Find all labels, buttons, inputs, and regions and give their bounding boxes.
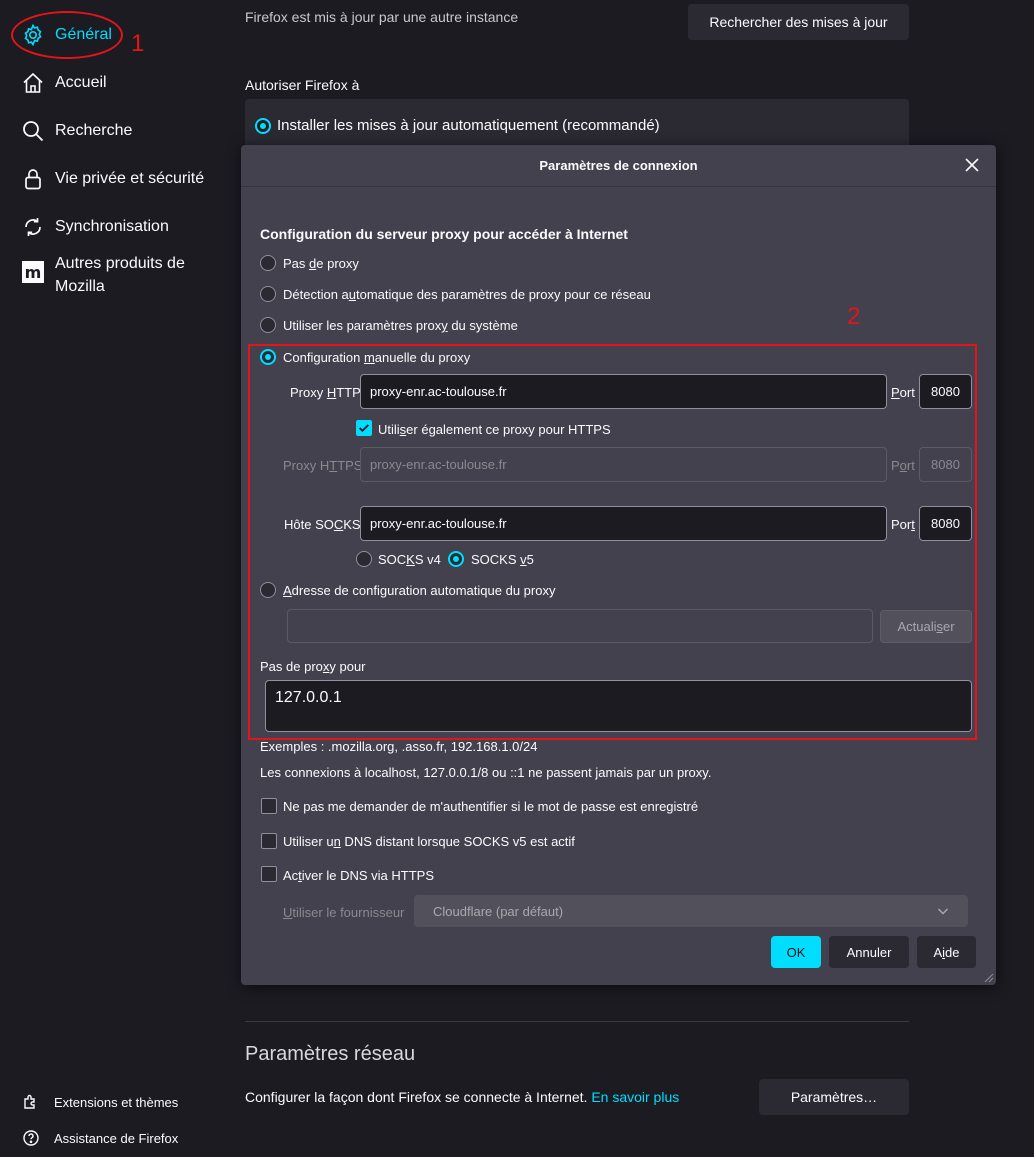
manual-proxy-label: Configuration manuelle du proxy bbox=[283, 350, 471, 365]
connection-settings-dialog: Paramètres de connexion Configuration du… bbox=[241, 145, 996, 985]
home-icon bbox=[20, 70, 46, 96]
dialog-header-divider bbox=[241, 186, 996, 187]
annotation-number-2: 2 bbox=[847, 303, 861, 330]
auto-detect-label: Détection automatique des paramètres de … bbox=[283, 287, 651, 302]
also-https-label: Utiliser également ce proxy pour HTTPS bbox=[378, 422, 611, 437]
annotation-number-1: 1 bbox=[131, 30, 145, 57]
sidebar-item-label: Extensions et thèmes bbox=[54, 1094, 179, 1110]
gear-icon bbox=[20, 22, 46, 48]
sidebar-item-label: Général bbox=[55, 26, 112, 43]
socks-v4-radio[interactable] bbox=[356, 551, 372, 567]
allow-firefox-label: Autoriser Firefox à bbox=[245, 77, 360, 93]
sidebar-firefox-support[interactable]: Assistance de Firefox bbox=[22, 1129, 178, 1147]
svg-text:m: m bbox=[25, 263, 42, 282]
lock-icon bbox=[20, 166, 46, 192]
no-proxy-radio[interactable] bbox=[260, 255, 276, 271]
pac-url-radio[interactable] bbox=[260, 582, 276, 598]
resize-grip-icon[interactable] bbox=[982, 971, 994, 983]
sidebar-item-search[interactable]: Recherche bbox=[20, 118, 132, 144]
dialog-title: Paramètres de connexion bbox=[539, 158, 698, 173]
provider-label: Utiliser le fournisseur bbox=[283, 905, 405, 920]
ok-button[interactable]: OK bbox=[771, 936, 821, 968]
sidebar-extensions-themes[interactable]: Extensions et thèmes bbox=[22, 1093, 178, 1111]
close-icon[interactable] bbox=[962, 155, 982, 175]
remote-dns-label: Utiliser un DNS distant lorsque SOCKS v5… bbox=[283, 834, 575, 849]
chevron-down-icon bbox=[937, 908, 949, 915]
sidebar-item-general[interactable]: Général bbox=[20, 22, 112, 48]
help-button[interactable]: Ai de bbox=[917, 936, 976, 968]
socks-v5-radio[interactable] bbox=[448, 551, 464, 567]
section-divider bbox=[245, 1021, 909, 1022]
sidebar-item-mozilla[interactable]: m Autres produits de Mozilla bbox=[20, 252, 215, 298]
provider-select[interactable]: Cloudflare (par défaut) bbox=[414, 895, 968, 927]
dns-over-https-checkbox[interactable] bbox=[261, 866, 277, 882]
no-proxy-for-textarea[interactable]: 127.0.0.1 bbox=[265, 680, 972, 732]
http-proxy-label: Proxy HTTP bbox=[290, 385, 361, 400]
cancel-button[interactable]: Annuler bbox=[829, 936, 909, 968]
remote-dns-checkbox[interactable] bbox=[261, 833, 277, 849]
pac-url-label: Adresse de configuration automatique du … bbox=[283, 583, 556, 598]
http-port-input[interactable]: 8080 bbox=[919, 374, 972, 409]
sidebar-item-sync[interactable]: Synchronisation bbox=[20, 214, 169, 240]
sidebar-item-label: Vie privée et sécurité bbox=[55, 170, 205, 187]
auto-update-label: Installer les mises à jour automatiqueme… bbox=[277, 117, 660, 134]
auto-detect-radio[interactable] bbox=[260, 286, 276, 302]
socks-host-label: Hôte SOCKS bbox=[284, 517, 361, 532]
also-https-checkbox[interactable] bbox=[356, 420, 372, 436]
sidebar-item-label: Assistance de Firefox bbox=[54, 1130, 179, 1146]
no-proxy-for-label: Pas de proxy pour bbox=[260, 659, 366, 674]
mozilla-icon: m bbox=[20, 259, 46, 285]
system-proxy-label: Utiliser les paramètres proxy du système bbox=[283, 318, 518, 333]
proxy-config-heading: Configuration du serveur proxy pour accé… bbox=[260, 226, 628, 242]
https-port-label: Port bbox=[891, 458, 915, 473]
localhost-note: Les connexions à localhost, 127.0.0.1/8 … bbox=[260, 765, 712, 780]
https-proxy-label: Proxy HTTPS bbox=[283, 458, 363, 473]
no-auth-prompt-checkbox[interactable] bbox=[261, 798, 277, 814]
sidebar-item-label: Autres produits de Mozilla bbox=[55, 255, 185, 295]
system-proxy-radio[interactable] bbox=[260, 317, 276, 333]
socks-v4-label: SOCKS v4 bbox=[378, 552, 441, 567]
manual-proxy-radio[interactable] bbox=[260, 349, 276, 365]
sidebar-item-label: Accueil bbox=[55, 74, 107, 91]
update-status-text: Firefox est mis à jour par une autre ins… bbox=[245, 9, 519, 25]
sidebar-item-label: Synchronisation bbox=[55, 218, 169, 235]
no-auth-prompt-label: Ne pas me demander de m'authentifier si … bbox=[283, 799, 699, 814]
puzzle-icon bbox=[22, 1093, 40, 1111]
sidebar-item-label: Recherche bbox=[55, 122, 133, 139]
https-proxy-input[interactable]: proxy-enr.ac-toulouse.fr bbox=[360, 447, 887, 482]
network-settings-button[interactable]: Paramètres… bbox=[759, 1079, 909, 1115]
http-port-label: Port bbox=[891, 385, 915, 400]
network-settings-title: Paramètres réseau bbox=[245, 1043, 416, 1065]
sidebar-item-home[interactable]: Accueil bbox=[20, 70, 107, 96]
examples-text: Exemples : .mozilla.org, .asso.fr, 192.1… bbox=[260, 739, 538, 754]
dns-over-https-label: Activer le DNS via HTTPS bbox=[283, 868, 434, 883]
no-proxy-label: Pas de proxy bbox=[283, 256, 359, 271]
socks-port-label: Port bbox=[891, 517, 915, 532]
learn-more-link[interactable]: En savoir plus bbox=[591, 1089, 679, 1105]
network-settings-desc: Configurer la façon dont Firefox se conn… bbox=[245, 1089, 680, 1105]
sidebar-item-privacy[interactable]: Vie privée et sécurité bbox=[20, 166, 204, 192]
socks-port-input[interactable]: 8080 bbox=[919, 506, 972, 541]
search-icon bbox=[20, 118, 46, 144]
https-port-input[interactable]: 8080 bbox=[919, 447, 972, 482]
socks-host-input[interactable]: proxy-enr.ac-toulouse.fr bbox=[360, 506, 887, 541]
check-updates-button[interactable]: Rechercher des mises à jour bbox=[688, 4, 909, 40]
sync-icon bbox=[20, 214, 46, 240]
socks-v5-label: SOCKS v5 bbox=[471, 552, 534, 567]
http-proxy-input[interactable]: proxy-enr.ac-toulouse.fr bbox=[360, 374, 887, 409]
auto-update-radio[interactable] bbox=[255, 118, 271, 134]
help-icon bbox=[22, 1129, 40, 1147]
reload-pac-button[interactable]: Actuali s er bbox=[880, 610, 972, 643]
pac-url-input[interactable] bbox=[287, 609, 873, 643]
